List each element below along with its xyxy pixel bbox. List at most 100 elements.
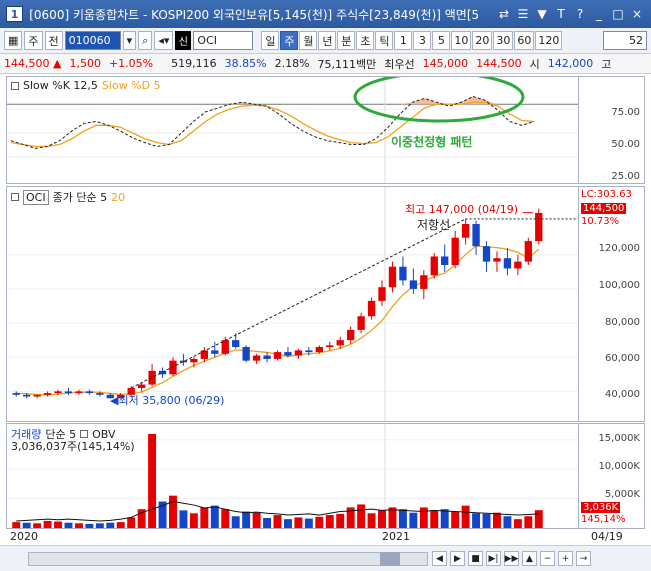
candle-body <box>357 316 365 330</box>
stoch-tick-50: 50.00 <box>611 139 640 150</box>
code-dropdown-icon[interactable]: ▾ <box>122 31 137 50</box>
stoch-k-label: Slow %K 12,5 <box>23 79 98 92</box>
font-icon[interactable]: T <box>553 6 569 22</box>
price-tick-120000: 120,000 <box>598 243 640 254</box>
play-icon[interactable]: ▶ <box>450 551 465 566</box>
scroll-track[interactable] <box>28 552 428 566</box>
volume-axis: 15,000K 10,000K 5,000K 3,036K 145,14% <box>579 423 645 529</box>
price-panel[interactable]: OCI 종가 단순 5 20 최고 147,000 (04/19) 저항선 ◀최… <box>6 186 579 422</box>
candle-body <box>535 212 543 242</box>
close-button[interactable]: × <box>629 6 645 22</box>
volume: 519,116 <box>171 57 217 70</box>
legend-checkbox[interactable] <box>11 81 19 90</box>
candle-body <box>482 246 491 262</box>
minimize-button[interactable]: _ <box>591 6 607 22</box>
candle-body <box>503 258 512 269</box>
period-button[interactable]: 60 <box>514 31 535 50</box>
volume-bar <box>325 515 334 528</box>
prev-icon[interactable]: ◀ <box>432 551 447 566</box>
candle-body <box>315 346 323 353</box>
volume-bar <box>388 507 397 528</box>
period-selector: 일 주 월 년 분 초 틱 1 3 5 10 20 30 60 120 <box>261 31 563 50</box>
period-button[interactable]: 3 <box>413 31 432 50</box>
price-axis: LC:303.63 144,500 10.73% 120,000 100,000… <box>579 186 645 422</box>
price-change-pct: +1.05% <box>108 57 154 70</box>
scroll-right-icon[interactable]: → <box>576 551 591 566</box>
candle-body <box>148 370 156 385</box>
candle-body <box>493 258 501 262</box>
link-icon[interactable]: ⇄ <box>496 6 512 22</box>
candle-body <box>378 287 386 301</box>
date-mid: 2021 <box>382 530 410 543</box>
menu-icon[interactable]: ☰ <box>515 6 531 22</box>
volume-panel[interactable]: 거래량 단순 5 OBV 3,036,037주(145,14%) <box>6 423 579 529</box>
stop-icon[interactable]: ■ <box>468 551 483 566</box>
period-button[interactable]: 120 <box>535 31 563 50</box>
candle-body <box>43 393 52 395</box>
stock-name-field[interactable]: OCI <box>193 31 254 50</box>
last-price-badge: 144,500 <box>581 203 627 214</box>
candle-body <box>252 355 261 361</box>
period-button[interactable]: 주 <box>280 31 299 50</box>
dropdown-icon[interactable]: ▼ <box>534 6 550 22</box>
ma-period: 20 <box>111 190 126 204</box>
volume-bar <box>513 519 522 528</box>
ma-label: 종가 단순 5 <box>52 191 108 204</box>
volume-bar <box>409 512 418 528</box>
period-button[interactable]: 1 <box>394 31 413 50</box>
layout-icon[interactable]: ▦ <box>4 31 23 50</box>
volume-sub-label: 3,036,037주(145,14%) <box>11 440 135 453</box>
zoom-in-icon[interactable]: + <box>558 551 573 566</box>
period-button[interactable]: 년 <box>318 31 337 50</box>
candle-body <box>200 350 209 359</box>
open-label: 시 <box>529 57 540 71</box>
scroll-thumb[interactable] <box>380 552 400 566</box>
period-button[interactable]: 틱 <box>375 31 394 50</box>
candle-body <box>12 393 20 395</box>
volume-bar <box>169 495 177 528</box>
high-annotation: 최고 147,000 (04/19) <box>405 203 519 216</box>
help-icon[interactable]: ? <box>572 6 588 22</box>
candle-body <box>399 266 407 281</box>
stock-code-input[interactable]: 010060 <box>64 31 121 50</box>
speaker-icon[interactable]: ◂▾ <box>154 31 174 50</box>
period-button[interactable]: 일 <box>261 31 280 50</box>
collapse-icon[interactable]: ▲ <box>522 551 537 566</box>
price-change: 1,500 <box>69 57 101 70</box>
legend-checkbox[interactable] <box>11 193 19 201</box>
volume-bar <box>503 516 512 528</box>
period-button[interactable]: 20 <box>472 31 493 50</box>
playback-controls: ◀ ▶ ■ ▶| ▶▶ ▲ − + → <box>432 551 591 566</box>
pattern-annotation: 이중천정형 패턴 <box>391 135 473 149</box>
volume-bar <box>398 509 407 528</box>
last-icon[interactable]: ▶▶ <box>504 551 519 566</box>
volume-bar <box>315 516 324 528</box>
period-button[interactable]: 월 <box>299 31 318 50</box>
obv-checkbox[interactable] <box>80 430 89 438</box>
vol-tick-5000k: 5,000K <box>604 489 640 500</box>
stoch-tick-75: 75.00 <box>611 107 640 118</box>
volume-bar <box>304 518 313 528</box>
price-series-label: OCI <box>23 189 49 205</box>
period-button[interactable]: 30 <box>493 31 514 50</box>
zoom-field[interactable]: 52 <box>603 31 647 50</box>
pattern-ellipse <box>353 77 525 123</box>
candle-body <box>336 340 344 346</box>
stochastic-panel[interactable]: Slow %K 12,5 Slow %D 5 이중천정형 패턴 <box>6 76 579 184</box>
search-icon[interactable]: ⌕ <box>138 31 153 50</box>
candle-body <box>211 350 219 354</box>
period-button[interactable]: 초 <box>356 31 375 50</box>
period-button[interactable]: 10 <box>451 31 472 50</box>
step-icon[interactable]: ▶| <box>486 551 501 566</box>
volume-bar <box>242 511 251 528</box>
stock-type-button[interactable]: 주 <box>24 31 43 50</box>
period-button[interactable]: 분 <box>337 31 356 50</box>
up-arrow-icon: ▲ <box>53 57 62 70</box>
last-volume-badge: 3,036K <box>581 502 621 513</box>
scope-button[interactable]: 전 <box>44 31 63 50</box>
zoom-out-icon[interactable]: − <box>540 551 555 566</box>
volume-bar <box>210 505 219 528</box>
maximize-button[interactable]: □ <box>610 6 626 22</box>
candle-body <box>54 391 62 394</box>
period-button[interactable]: 5 <box>432 31 451 50</box>
